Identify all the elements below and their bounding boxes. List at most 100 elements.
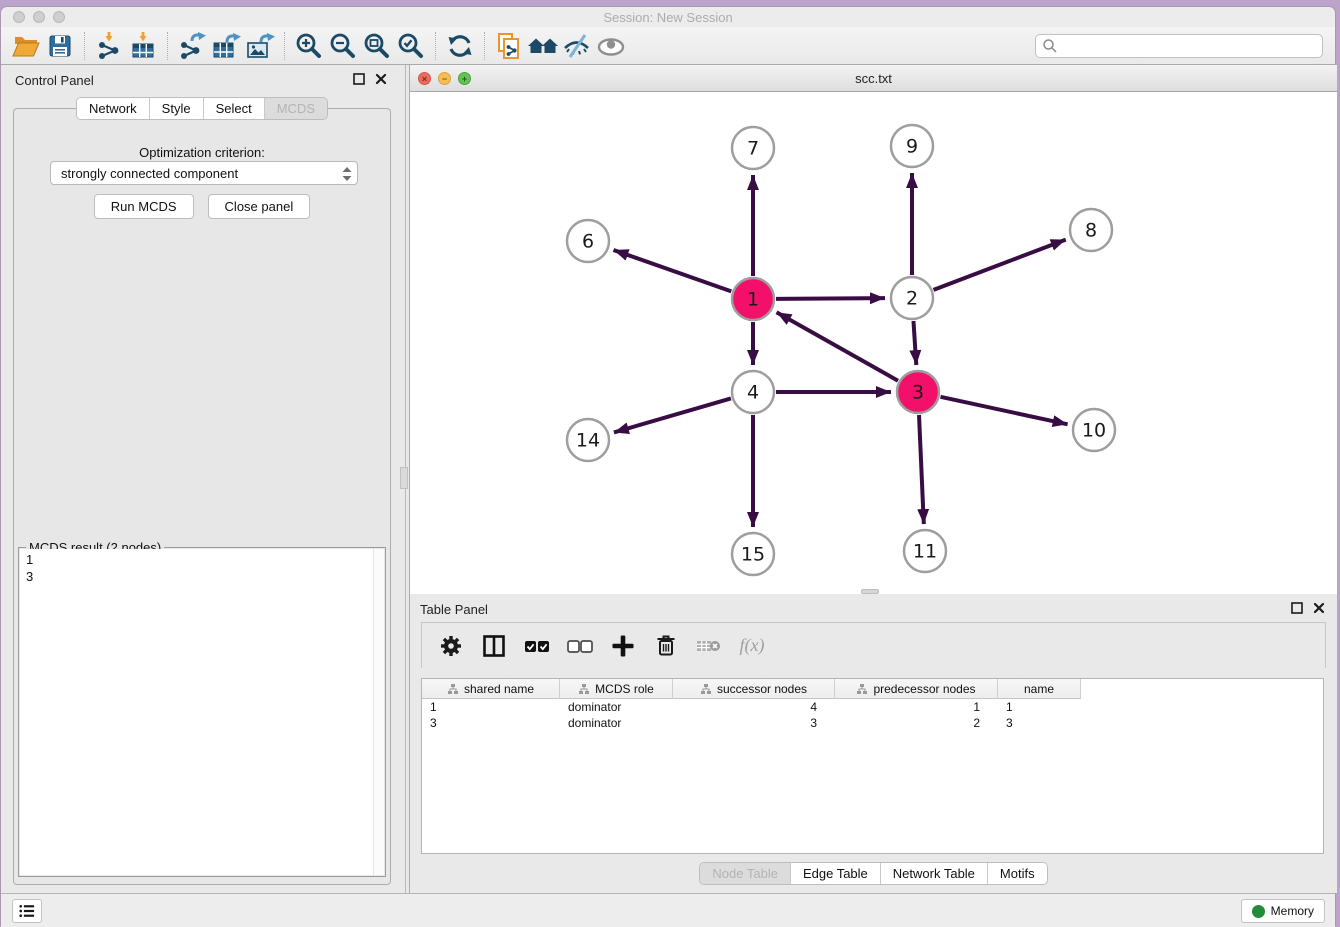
toolbar-separator [84,32,85,60]
close-panel-button[interactable]: Close panel [208,194,311,219]
table-cell[interactable]: 1 [998,699,1081,715]
run-mcds-button[interactable]: Run MCDS [94,194,194,219]
save-session-button[interactable] [43,30,77,62]
float-panel-icon[interactable] [1291,602,1303,614]
table-cell[interactable]: dominator [560,699,673,715]
network-window-titlebar[interactable]: × − + scc.txt [410,65,1337,92]
graph-node-14[interactable]: 14 [567,419,609,461]
export-table-button[interactable] [209,30,243,62]
zoom-out-button[interactable] [326,30,360,62]
graph-node-10[interactable]: 10 [1073,409,1115,451]
zoom-fit-button[interactable] [360,30,394,62]
column-header-shared-name[interactable]: shared name [422,679,560,699]
task-history-button[interactable] [12,899,42,923]
table-cell[interactable]: 1 [422,699,560,715]
table-cell[interactable]: 3 [673,715,835,731]
unselect-all-columns-button[interactable] [563,630,597,662]
table-cell[interactable]: 1 [835,699,998,715]
graph-node-3[interactable]: 3 [897,371,939,413]
tab-select[interactable]: Select [203,98,264,119]
svg-text:10: 10 [1082,420,1106,442]
result-scrollbar[interactable] [373,549,384,875]
float-panel-icon[interactable] [353,73,365,85]
tab-network-table[interactable]: Network Table [880,863,987,884]
table-cell[interactable]: 2 [835,715,998,731]
show-all-networks-button[interactable] [526,30,560,62]
graph-node-1[interactable]: 1 [732,278,774,320]
graph-node-9[interactable]: 9 [891,125,933,167]
tab-mcds[interactable]: MCDS [264,98,327,119]
table-cell[interactable]: 3 [422,715,560,731]
table-row[interactable]: 1dominator411 [422,699,1323,715]
search-input[interactable] [1035,34,1323,58]
export-image-button[interactable] [243,30,277,62]
tab-motifs[interactable]: Motifs [987,863,1047,884]
function-builder-button[interactable]: f(x) [735,630,769,662]
zoom-selected-button[interactable] [394,30,428,62]
toolbar-separator [435,32,436,60]
svg-text:9: 9 [906,136,918,158]
tab-node-table[interactable]: Node Table [700,863,790,884]
search-icon [1042,38,1058,54]
zoom-out-icon [329,32,357,60]
graph-node-7[interactable]: 7 [732,127,774,169]
column-header-predecessor-nodes[interactable]: predecessor nodes [835,679,998,699]
create-column-button[interactable] [606,630,640,662]
open-session-button[interactable] [9,30,43,62]
mcds-result-textarea[interactable]: 1 3 [20,549,384,875]
table-cell[interactable]: 4 [673,699,835,715]
tab-network[interactable]: Network [77,98,149,119]
column-label: name [1024,682,1054,696]
export-image-icon [245,32,275,60]
table-cell[interactable]: dominator [560,715,673,731]
delete-table-button[interactable] [692,630,726,662]
memory-button[interactable]: Memory [1241,899,1325,923]
graph-node-15[interactable]: 15 [732,533,774,575]
import-table-button[interactable] [126,30,160,62]
import-network-icon [95,32,123,60]
graph-edge-1-2[interactable] [776,298,885,299]
optimization-criterion-select[interactable]: strongly connected component [50,161,358,185]
zoom-in-button[interactable] [292,30,326,62]
close-panel-icon[interactable] [1313,602,1325,614]
table-row[interactable]: 3dominator323 [422,715,1323,731]
svg-text:8: 8 [1085,220,1097,242]
delete-column-button[interactable] [649,630,683,662]
graph-edge-3-1[interactable] [777,312,898,380]
houses-icon [527,32,559,60]
network-canvas[interactable]: 7 9 6 8 1 2 4 3 10 14 15 11 [411,92,1337,594]
graph-edge-1-6[interactable] [613,250,731,291]
tab-style[interactable]: Style [149,98,203,119]
panel-divider[interactable] [399,65,409,893]
column-header-MCDS-role[interactable]: MCDS role [560,679,673,699]
graph-node-4[interactable]: 4 [732,371,774,413]
select-stepper-icon [340,164,354,187]
column-header-successor-nodes[interactable]: successor nodes [673,679,835,699]
show-column-panel-button[interactable] [477,630,511,662]
close-panel-icon[interactable] [375,73,387,85]
show-graphics-button[interactable] [594,30,628,62]
divider-grip[interactable] [400,467,408,489]
clone-network-button[interactable] [492,30,526,62]
fx-icon: f(x) [740,635,765,656]
table-settings-button[interactable] [434,630,468,662]
export-network-button[interactable] [175,30,209,62]
refresh-button[interactable] [443,30,477,62]
graph-edge-3-10[interactable] [940,397,1067,424]
graph-edge-3-11[interactable] [919,415,924,524]
select-all-columns-button[interactable] [520,630,554,662]
column-header-name[interactable]: name [998,679,1081,699]
graph-edge-2-3[interactable] [913,321,916,365]
graph-node-6[interactable]: 6 [567,220,609,262]
graph-edge-4-14[interactable] [614,398,731,432]
import-network-button[interactable] [92,30,126,62]
hide-graphics-button[interactable] [560,30,594,62]
column-type-icon [856,683,868,695]
table-cell[interactable]: 3 [998,715,1081,731]
graph-node-2[interactable]: 2 [891,277,933,319]
graph-node-8[interactable]: 8 [1070,209,1112,251]
zoom-selected-icon [397,32,425,60]
graph-node-11[interactable]: 11 [904,530,946,572]
tab-edge-table[interactable]: Edge Table [790,863,880,884]
graph-edge-2-8[interactable] [934,240,1066,290]
